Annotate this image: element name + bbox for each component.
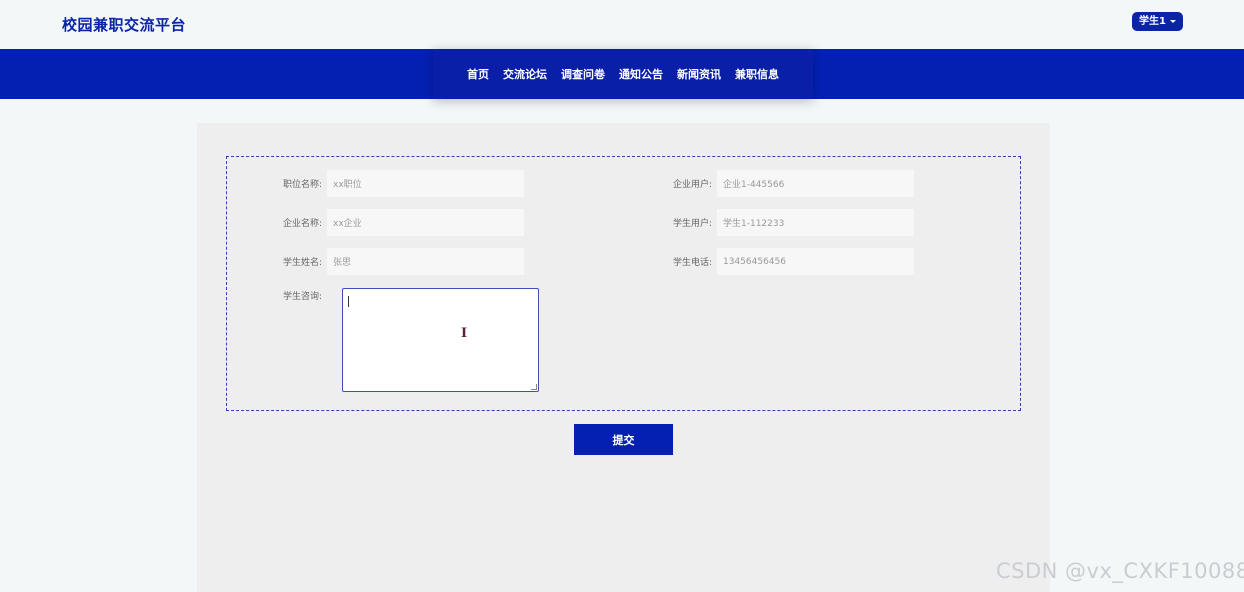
field-student-user: 学生用户: 学生1-112233: [617, 209, 914, 236]
nav-item-survey[interactable]: 调查问卷: [561, 66, 605, 82]
nav-menu: 首页 交流论坛 调查问卷 通知公告 新闻资讯 兼职信息: [433, 49, 813, 99]
watermark-text: CSDN @vx_CXKF10088: [996, 559, 1244, 583]
user-menu-label: 学生1: [1139, 16, 1166, 27]
field-label: 学生咨询:: [282, 291, 322, 302]
company-user-input[interactable]: 企业1-445566: [717, 170, 914, 197]
consult-textarea[interactable]: I: [342, 288, 539, 392]
field-consult: 学生咨询:: [227, 288, 327, 302]
field-student-name: 学生姓名: 张思: [227, 248, 524, 275]
nav-item-news[interactable]: 新闻资讯: [677, 66, 721, 82]
field-label: 职位名称:: [282, 180, 322, 190]
site-title: 校园兼职交流平台: [62, 16, 187, 34]
field-student-phone: 学生电话: 13456456456: [617, 248, 914, 275]
nav-item-notice[interactable]: 通知公告: [619, 66, 663, 82]
nav-item-jobs[interactable]: 兼职信息: [735, 66, 779, 82]
top-header: 校园兼职交流平台 学生1: [0, 0, 1244, 49]
field-label: 学生姓名:: [282, 258, 322, 268]
field-label: 学生电话:: [672, 258, 712, 268]
caret-down-icon: [1169, 20, 1176, 23]
nav-item-forum[interactable]: 交流论坛: [503, 66, 547, 82]
company-name-input[interactable]: xx企业: [327, 209, 524, 236]
text-caret: [348, 296, 349, 307]
job-name-input[interactable]: xx职位: [327, 170, 524, 197]
student-phone-input[interactable]: 13456456456: [717, 248, 914, 275]
field-job-name: 职位名称: xx职位: [227, 170, 524, 197]
field-company-user: 企业用户: 企业1-445566: [617, 170, 914, 197]
student-user-input[interactable]: 学生1-112233: [717, 209, 914, 236]
student-name-input[interactable]: 张思: [327, 248, 524, 275]
consult-form: 职位名称: xx职位 企业用户: 企业1-445566 企业名称: xx企业 学…: [226, 156, 1021, 411]
nav-item-home[interactable]: 首页: [467, 66, 489, 82]
resize-handle-icon[interactable]: [531, 384, 537, 390]
field-label: 学生用户:: [672, 219, 712, 229]
field-company-name: 企业名称: xx企业: [227, 209, 524, 236]
submit-button[interactable]: 提交: [574, 424, 673, 455]
main-navbar: 首页 交流论坛 调查问卷 通知公告 新闻资讯 兼职信息: [0, 49, 1244, 99]
ibeam-cursor-icon: I: [461, 326, 468, 341]
content-panel: 职位名称: xx职位 企业用户: 企业1-445566 企业名称: xx企业 学…: [197, 123, 1050, 592]
user-menu-button[interactable]: 学生1: [1132, 12, 1183, 31]
field-label: 企业名称:: [282, 219, 322, 229]
field-label: 企业用户:: [672, 180, 712, 190]
